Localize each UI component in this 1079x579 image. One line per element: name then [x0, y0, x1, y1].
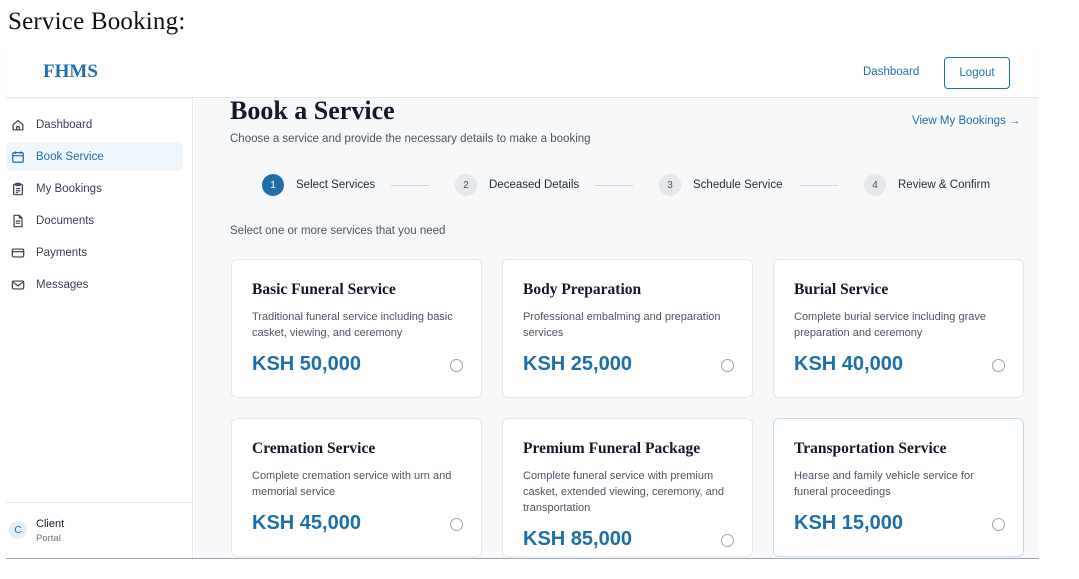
service-card-body-preparation[interactable]: Body Preparation Professional embalming … [502, 259, 753, 398]
sidebar-item-payments[interactable]: Payments [6, 238, 183, 267]
brand-logo[interactable]: FHMS [43, 61, 98, 83]
service-price: KSH 45,000 [252, 512, 361, 534]
document-heading: Service Booking: [8, 8, 186, 35]
top-navbar: FHMS Dashboard Logout [6, 50, 1039, 98]
step-number: 2 [455, 174, 477, 196]
service-select-radio[interactable] [721, 534, 734, 547]
page-title: Book a Service [230, 99, 395, 125]
user-name: Client [36, 518, 65, 530]
service-description: Complete cremation service with urn and … [252, 470, 452, 498]
sidebar-item-my-bookings[interactable]: My Bookings [6, 174, 183, 203]
user-role: Portal [36, 533, 61, 544]
service-title: Basic Funeral Service [252, 281, 396, 298]
sidebar-item-label: Payments [36, 246, 88, 259]
step-select-services[interactable]: 1 Select Services [262, 174, 375, 196]
service-select-radio[interactable] [992, 359, 1005, 372]
service-select-radio[interactable] [721, 359, 734, 372]
service-card-premium-funeral-package[interactable]: Premium Funeral Package Complete funeral… [502, 418, 753, 557]
step-number: 3 [659, 174, 681, 196]
service-price: KSH 40,000 [794, 353, 903, 375]
home-icon [11, 118, 25, 132]
service-title: Premium Funeral Package [523, 440, 701, 457]
sidebar: Dashboard Book Service My Bookings Docum… [6, 99, 193, 559]
step-label: Deceased Details [489, 179, 580, 191]
logout-button[interactable]: Logout [944, 57, 1010, 89]
sidebar-item-documents[interactable]: Documents [6, 206, 183, 235]
clipboard-icon [11, 182, 25, 196]
selection-hint: Select one or more services that you nee… [230, 225, 446, 237]
service-title: Cremation Service [252, 440, 376, 457]
bottom-divider [6, 558, 1039, 559]
service-select-radio[interactable] [450, 518, 463, 531]
service-price: KSH 25,000 [523, 353, 632, 375]
service-card-burial[interactable]: Burial Service Complete burial service i… [773, 259, 1024, 398]
page-subtitle: Choose a service and provide the necessa… [230, 133, 591, 145]
step-number: 4 [864, 174, 886, 196]
service-description: Complete funeral service with premium ca… [523, 470, 724, 514]
service-title: Transportation Service [794, 440, 947, 457]
step-review-confirm[interactable]: 4 Review & Confirm [864, 174, 990, 196]
service-select-radio[interactable] [992, 518, 1005, 531]
service-title: Body Preparation [523, 281, 642, 298]
service-price: KSH 15,000 [794, 512, 903, 534]
step-deceased-details[interactable]: 2 Deceased Details [455, 174, 579, 196]
top-dashboard-link[interactable]: Dashboard [863, 66, 919, 78]
service-description: Complete burial service including grave … [794, 311, 986, 339]
step-connector [800, 185, 838, 186]
sidebar-item-label: Messages [36, 278, 89, 291]
sidebar-item-label: Documents [36, 214, 95, 227]
calendar-icon [11, 150, 25, 164]
file-icon [11, 214, 25, 228]
service-description: Traditional funeral service including ba… [252, 311, 453, 339]
sidebar-item-messages[interactable]: Messages [6, 270, 183, 299]
step-label: Schedule Service [693, 179, 783, 191]
step-label: Select Services [296, 179, 376, 191]
service-card-basic-funeral[interactable]: Basic Funeral Service Traditional funera… [231, 259, 482, 398]
service-title: Burial Service [794, 281, 889, 298]
step-connector [391, 185, 429, 186]
service-price: KSH 85,000 [523, 528, 632, 550]
main-content: Book a Service Choose a service and prov… [194, 99, 1039, 559]
service-description: Professional embalming and preparation s… [523, 311, 721, 339]
sidebar-item-label: Book Service [36, 150, 104, 163]
step-connector [595, 185, 633, 186]
sidebar-item-label: Dashboard [36, 118, 93, 131]
service-card-transportation[interactable]: Transportation Service Hearse and family… [773, 418, 1024, 557]
service-description: Hearse and family vehicle service for fu… [794, 470, 974, 498]
view-my-bookings-link[interactable]: View My Bookings → [912, 115, 1020, 127]
service-select-radio[interactable] [450, 359, 463, 372]
avatar[interactable]: C [9, 521, 27, 539]
service-card-cremation[interactable]: Cremation Service Complete cremation ser… [231, 418, 482, 557]
sidebar-item-label: My Bookings [36, 182, 102, 195]
step-number: 1 [262, 174, 284, 196]
service-price: KSH 50,000 [252, 353, 361, 375]
credit-card-icon [11, 246, 25, 260]
mail-icon [11, 278, 25, 292]
step-schedule-service[interactable]: 3 Schedule Service [659, 174, 783, 196]
sidebar-item-book-service[interactable]: Book Service [6, 142, 183, 171]
sidebar-divider [6, 502, 193, 503]
step-label: Review & Confirm [898, 179, 991, 191]
sidebar-item-dashboard[interactable]: Dashboard [6, 110, 183, 139]
